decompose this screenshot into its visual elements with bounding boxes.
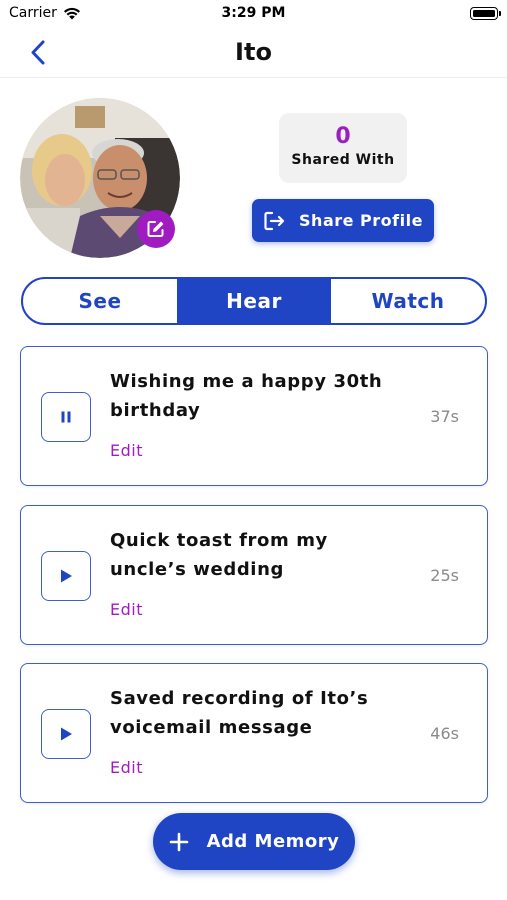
profile-photo-section [20,98,180,258]
tab-watch[interactable]: Watch [331,279,485,323]
battery-icon [470,7,501,20]
share-profile-label: Share Profile [299,211,423,230]
tab-see[interactable]: See [23,279,177,323]
media-type-tabs: See Hear Watch [21,277,487,325]
share-profile-button[interactable]: Share Profile [252,199,434,242]
memory-card[interactable]: Saved recording of Ito’s voicemail messa… [20,663,488,803]
memory-title: Wishing me a happy 30th birthday [110,371,383,421]
add-memory-button[interactable]: Add Memory [153,813,355,870]
tab-hear[interactable]: Hear [177,279,331,323]
shared-with-counter: 0 Shared With [279,113,407,183]
edit-icon [147,221,164,237]
play-icon [61,727,72,741]
edit-photo-button[interactable] [137,210,175,248]
play-button[interactable] [41,709,91,759]
memory-duration: 25s [430,566,459,585]
memory-duration: 37s [430,407,459,426]
memory-duration: 46s [430,724,459,743]
navigation-bar: Ito [0,28,507,78]
shared-with-label: Shared With [291,152,395,168]
status-time: 3:29 PM [221,5,286,21]
pause-button[interactable] [41,392,91,442]
memory-edit-link[interactable]: Edit [110,600,143,619]
memory-title: Quick toast from my uncle’s wedding [110,530,328,580]
page-title: Ito [235,38,272,66]
add-memory-label: Add Memory [206,831,340,852]
status-bar: Carrier 3:29 PM [0,0,507,28]
play-button[interactable] [41,551,91,601]
memory-edit-link[interactable]: Edit [110,441,143,460]
pause-icon [61,411,71,423]
memory-title: Saved recording of Ito’s voicemail messa… [110,688,369,738]
memory-card[interactable]: Quick toast from my uncle’s wedding Edit… [20,505,488,645]
plus-icon [169,832,188,851]
play-icon [61,569,72,583]
memory-card[interactable]: Wishing me a happy 30th birthday Edit 37… [20,346,488,486]
share-exit-icon [264,211,285,230]
memory-edit-link[interactable]: Edit [110,758,143,777]
shared-count: 0 [335,124,351,149]
